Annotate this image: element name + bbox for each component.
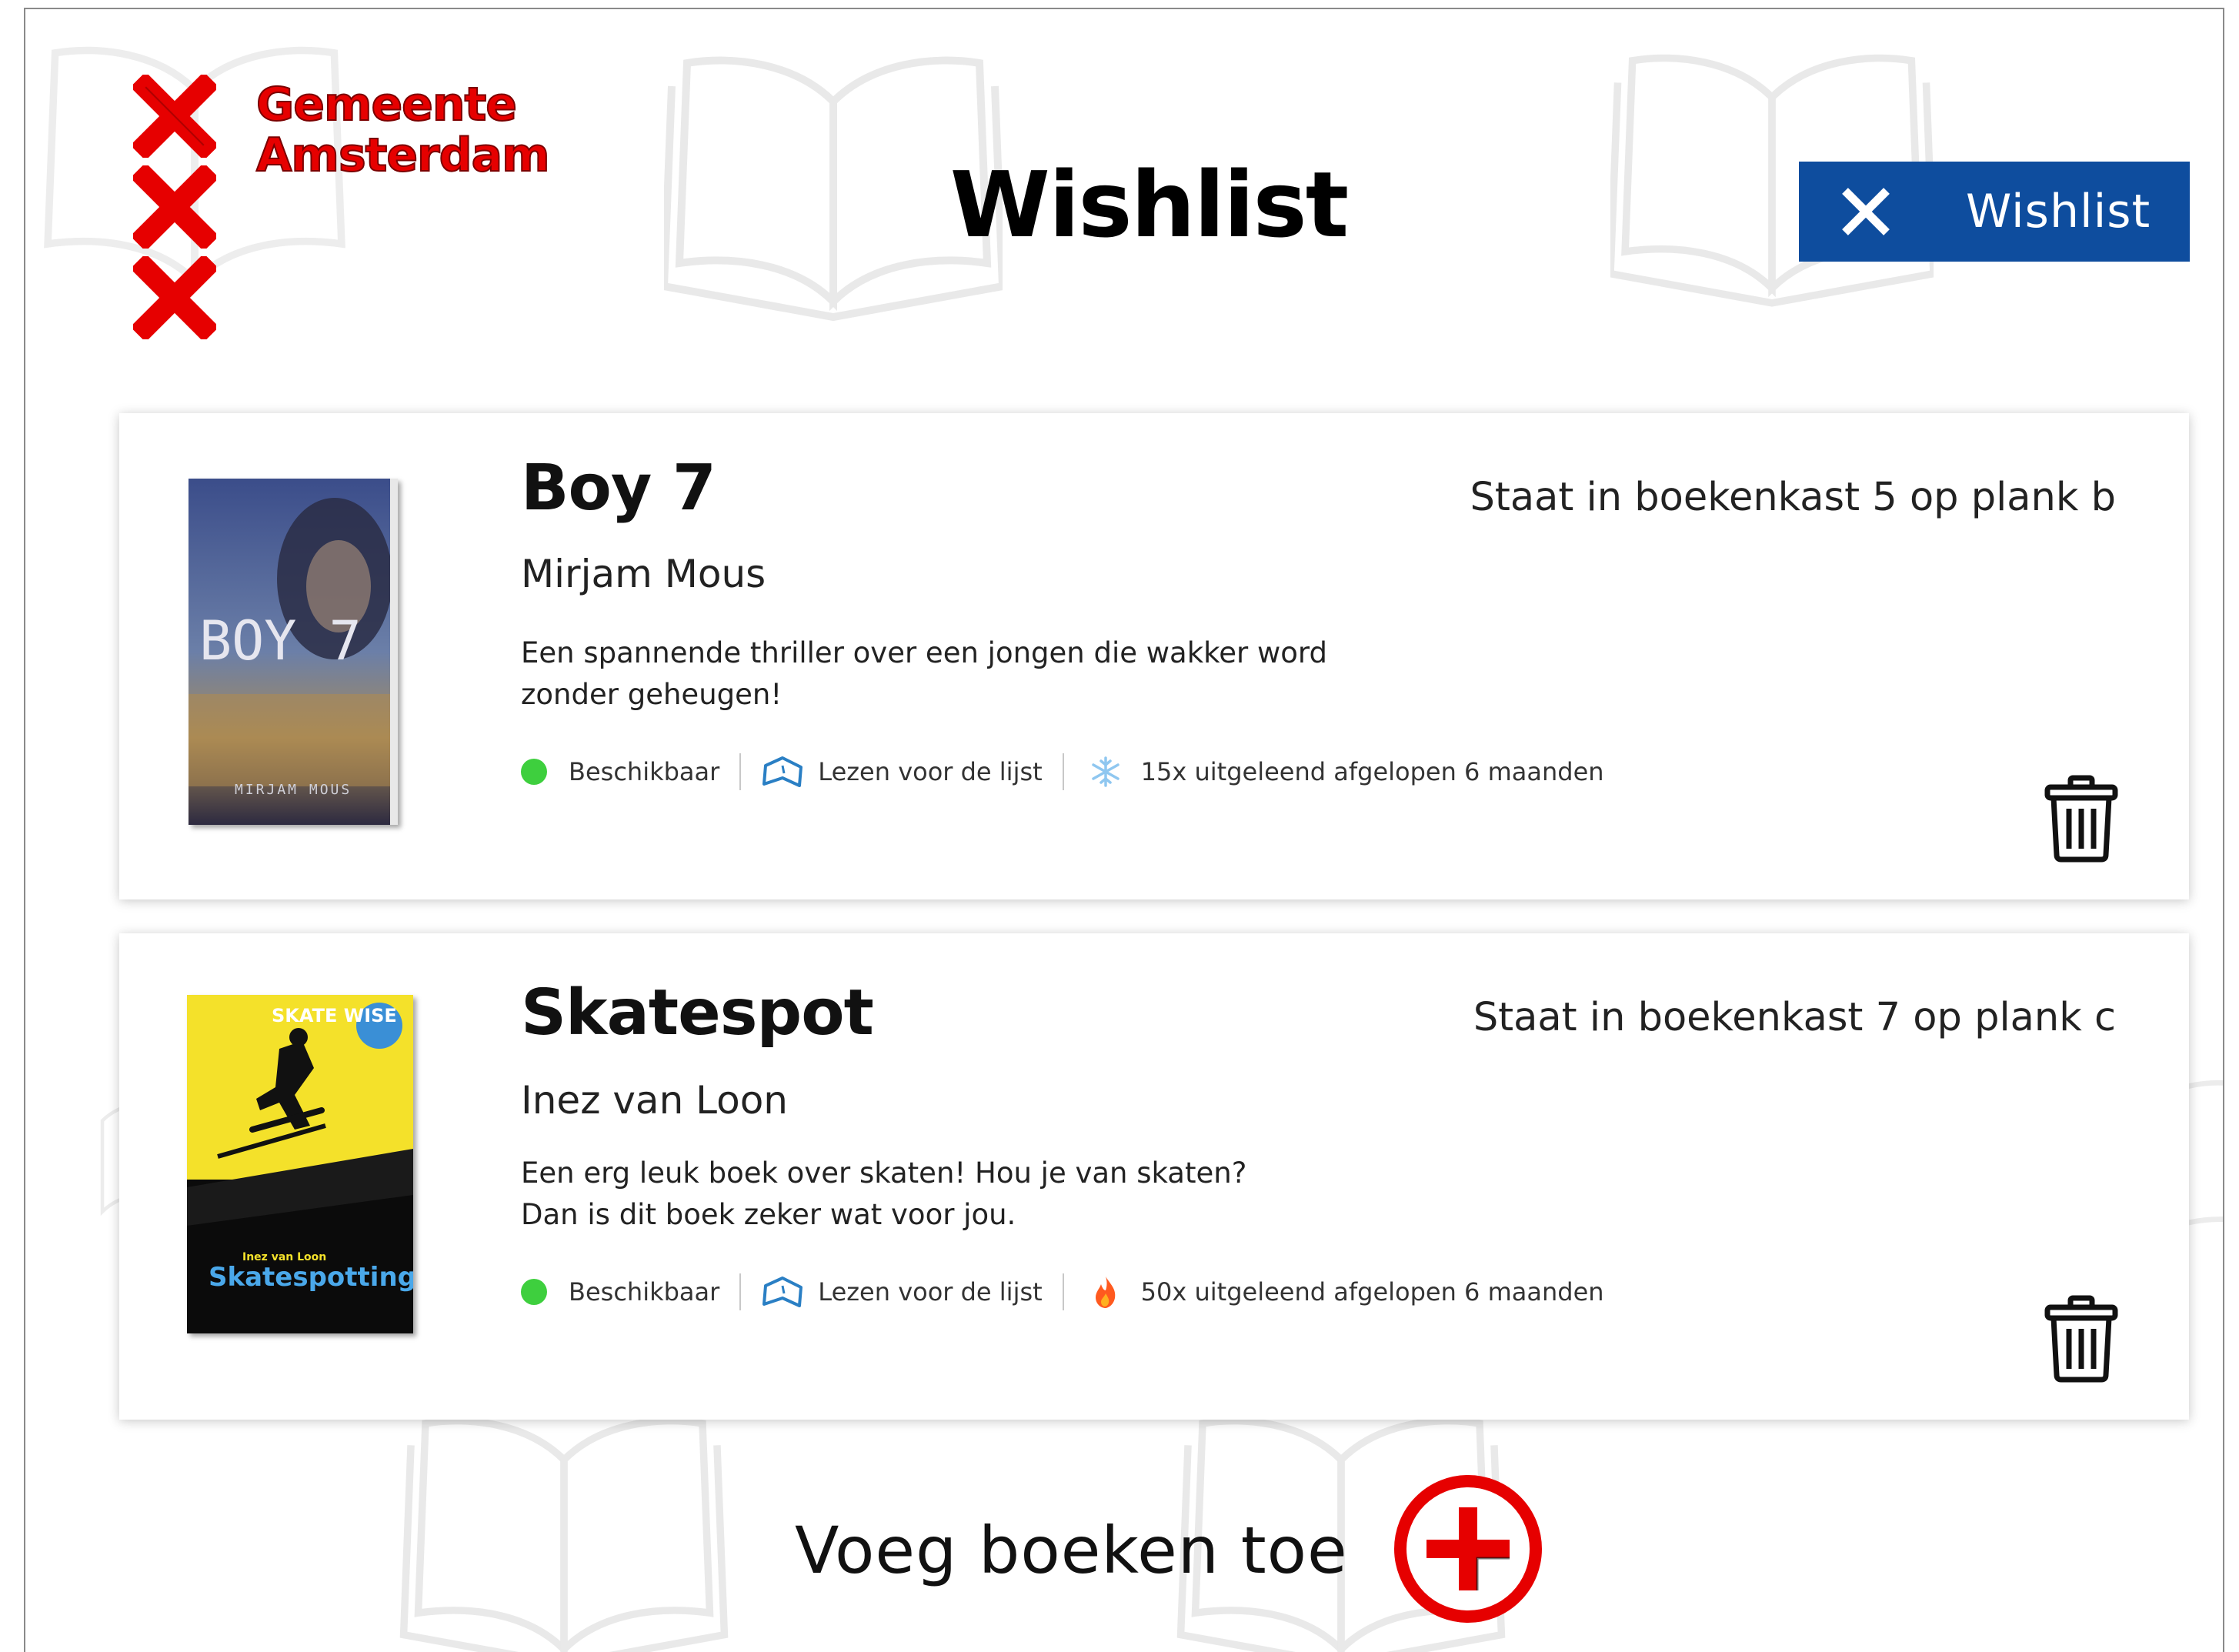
book-description-line2: Dan is dit boek zeker wat voor jou.: [521, 1198, 1016, 1231]
book-description: Een erg leuk boek over skaten! Hou je va…: [521, 1153, 1413, 1236]
availability-label: Beschikbaar: [569, 757, 720, 786]
andreas-cross-icon: [133, 75, 216, 158]
cover-title: BOY 7: [199, 609, 362, 672]
delete-button[interactable]: [2043, 775, 2120, 863]
divider: [739, 753, 742, 790]
logo-text: Gemeente Amsterdam: [255, 78, 579, 182]
flame-icon: [1095, 1277, 1115, 1308]
book-meta: Beschikbaar Lezen voor de lijst 50x uitg…: [521, 1273, 1604, 1310]
open-book-icon: [399, 1417, 729, 1652]
loans-label: 50x uitgeleend afgelopen 6 maanden: [1140, 1277, 1604, 1307]
book-location: Staat in boekenkast 5 op plank b: [1470, 475, 2116, 520]
add-circle-icon[interactable]: [1393, 1475, 1545, 1626]
book-location: Staat in boekenkast 7 op plank c: [1473, 995, 2116, 1040]
book-author: Inez van Loon: [521, 1078, 788, 1123]
trash-icon: [2044, 775, 2118, 863]
delete-button[interactable]: [2043, 1295, 2120, 1383]
trash-icon: [2044, 1295, 2118, 1383]
close-wishlist-button[interactable]: Wishlist: [1799, 162, 2190, 262]
cover-series: SKATE WISE: [272, 1005, 397, 1026]
available-status-icon: [521, 759, 547, 785]
availability-label: Beschikbaar: [569, 1277, 720, 1307]
add-books-row: Voeg boeken toe: [795, 1475, 1545, 1626]
reading-list-icon: [762, 1277, 803, 1307]
book-author: Mirjam Mous: [521, 552, 766, 596]
book-cover-image: BOY 7 MIRJAM MOUS: [189, 479, 398, 825]
page-title: Wishlist: [949, 152, 1349, 258]
book-meta: Beschikbaar Lezen voor de lijst 15x uitg…: [521, 753, 1604, 790]
wishlist-button-label: Wishlist: [1966, 185, 2151, 239]
book-description: Een spannende thriller over een jongen d…: [521, 636, 1327, 711]
cover-author: MIRJAM MOUS: [235, 782, 352, 798]
book-card[interactable]: SKATE WISE Inez van Loon Skatespotting S…: [119, 933, 2189, 1420]
reading-list-label: Lezen voor de lijst: [818, 757, 1043, 786]
reading-list-label: Lezen voor de lijst: [818, 1277, 1043, 1307]
book-title: Boy 7: [521, 452, 716, 525]
book-title: Skatespot: [521, 976, 874, 1050]
divider: [1062, 753, 1064, 790]
book-card[interactable]: BOY 7 MIRJAM MOUS Boy 7 Mirjam Mous Een …: [119, 413, 2189, 899]
app-window: Gemeente Amsterdam Wishlist Wishlist BOY…: [24, 8, 2224, 1652]
close-icon: [1842, 188, 1890, 235]
snowflake-icon: [1091, 756, 1120, 787]
reading-list-icon: [762, 756, 803, 787]
book-description-line1: Een erg leuk boek over skaten! Hou je va…: [521, 1156, 1247, 1190]
cover-title: Skatespotting: [209, 1262, 413, 1293]
logo-text-line2: Amsterdam: [255, 128, 551, 182]
add-books-label: Voeg boeken toe: [795, 1513, 1348, 1588]
available-status-icon: [521, 1279, 547, 1305]
andreas-cross-icon: [133, 256, 216, 339]
divider: [1062, 1273, 1064, 1310]
andreas-cross-icon: [133, 165, 216, 249]
book-cover-image: SKATE WISE Inez van Loon Skatespotting: [187, 995, 413, 1333]
loans-label: 15x uitgeleend afgelopen 6 maanden: [1140, 757, 1604, 786]
divider: [739, 1273, 742, 1310]
logo-text-line1: Gemeente: [255, 78, 518, 132]
